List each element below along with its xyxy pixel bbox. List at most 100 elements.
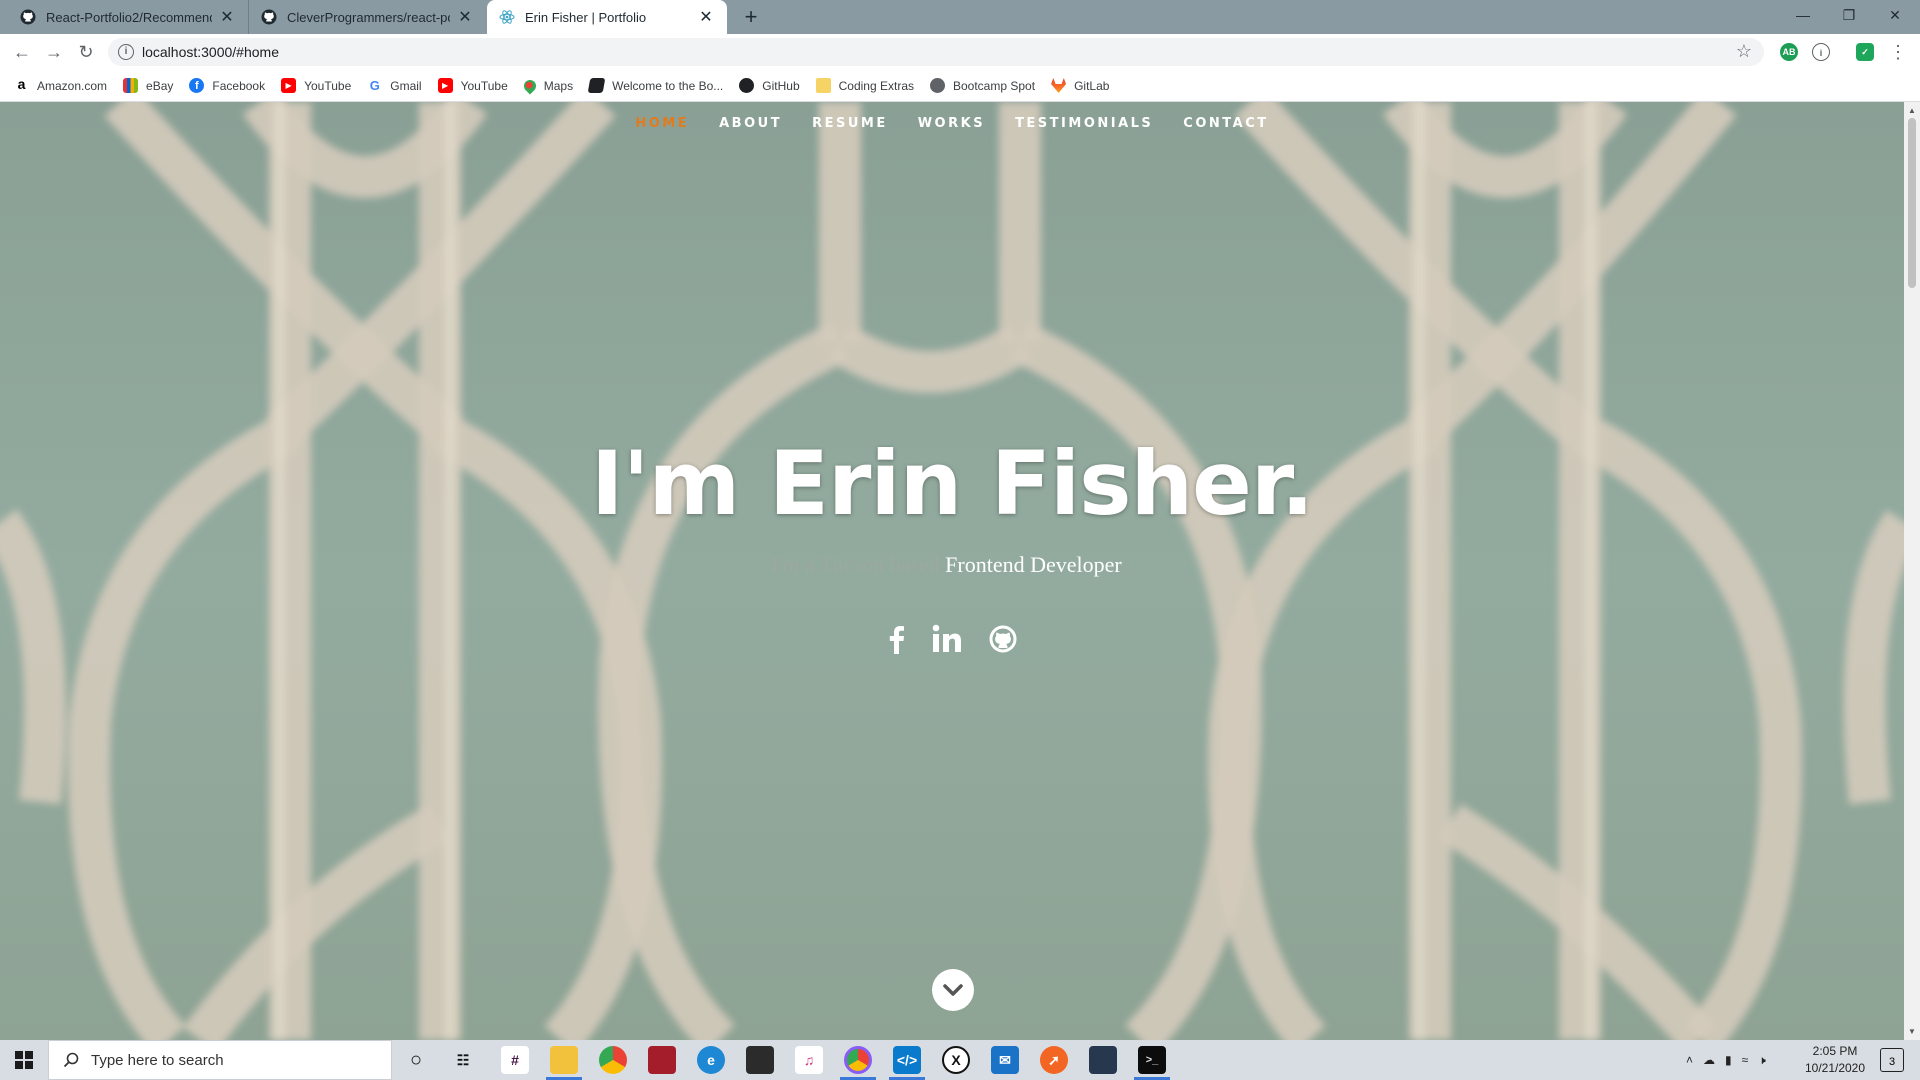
facebook-icon[interactable] — [886, 624, 906, 659]
bookmark-youtube[interactable]: ▶ YouTube — [281, 78, 351, 93]
bookmark-label: GitHub — [762, 78, 800, 93]
bookmark-label: Amazon.com — [37, 78, 108, 93]
extension-circle-icon[interactable]: i — [1812, 43, 1830, 61]
reload-icon[interactable]: ↻ — [74, 40, 98, 64]
edge-icon[interactable]: e — [697, 1046, 725, 1074]
mail-icon[interactable]: ✉ — [991, 1046, 1019, 1074]
close-tab-icon[interactable]: ✕ — [697, 7, 715, 27]
hero-headline: I'm Erin Fisher. — [590, 432, 1314, 535]
bookmark-facebook[interactable]: f Facebook — [189, 78, 265, 93]
tab-title: CleverProgrammers/react-portfo — [287, 9, 450, 25]
page-viewport: HOME ABOUT RESUME WORKS TESTIMONIALS CON… — [0, 102, 1920, 1040]
shield-check-icon[interactable]: ✓ — [1856, 43, 1874, 61]
close-window-icon[interactable]: ✕ — [1872, 0, 1918, 30]
youtube-icon: ▶ — [437, 78, 453, 93]
new-tab-button[interactable]: + — [738, 4, 764, 30]
bookmark-gmail[interactable]: G Gmail — [367, 78, 422, 93]
chrome-profile-icon[interactable] — [844, 1046, 872, 1074]
system-tray: ˄ ☁ ▮ ≈ 🕨 — [1686, 1040, 1766, 1080]
url-text[interactable]: localhost:3000/#home — [142, 44, 279, 60]
maps-icon — [521, 77, 539, 94]
site-nav: HOME ABOUT RESUME WORKS TESTIMONIALS CON… — [0, 116, 1904, 131]
browser-tab-2[interactable]: CleverProgrammers/react-portfo ✕ — [248, 0, 486, 34]
social-links — [0, 624, 1904, 659]
bookmark-label: Gmail — [390, 78, 422, 93]
hero-subtitle-end: . — [1127, 552, 1133, 577]
postman-icon[interactable]: ➚ — [1040, 1046, 1068, 1074]
windows-taskbar: Type here to search ○ ☷ # e ♫ </> X ✉ ➚ … — [0, 1040, 1920, 1080]
chevron-up-icon[interactable]: ˄ — [1686, 1053, 1693, 1067]
forward-icon[interactable]: → — [42, 40, 66, 64]
scroll-up-arrow-icon[interactable]: ▲ — [1908, 106, 1916, 115]
cloud-icon[interactable]: ☁ — [1703, 1053, 1715, 1067]
back-icon[interactable]: ← — [10, 40, 34, 64]
scroll-down-arrow-icon[interactable]: ▼ — [1908, 1027, 1916, 1036]
taskbar-clock[interactable]: 2:05 PM 10/21/2020 — [1800, 1043, 1870, 1077]
extension-ab-icon[interactable]: AB — [1780, 43, 1798, 61]
bookmark-amazon[interactable]: a Amazon.com — [14, 77, 108, 93]
scroll-down-button[interactable] — [932, 969, 974, 1011]
amazon-icon: a — [14, 77, 29, 93]
xbox-icon[interactable]: X — [942, 1046, 970, 1074]
volume-icon[interactable]: 🕨 — [1758, 1053, 1766, 1068]
wifi-icon[interactable]: ≈ — [1742, 1053, 1749, 1067]
chrome-icon[interactable] — [599, 1046, 627, 1074]
nav-testimonials[interactable]: TESTIMONIALS — [1013, 116, 1155, 131]
store-icon[interactable] — [746, 1046, 774, 1074]
bookmark-label: YouTube — [304, 78, 352, 93]
scrollbar-thumb[interactable] — [1908, 118, 1916, 288]
youtube-icon: ▶ — [281, 78, 297, 93]
bookmark-ebay[interactable]: eBay — [123, 78, 173, 93]
bookmark-youtube-2[interactable]: ▶ YouTube — [437, 78, 508, 93]
slack-icon[interactable]: # — [501, 1046, 529, 1074]
bookmark-maps[interactable]: Maps — [521, 77, 573, 94]
bookmark-gitlab[interactable]: GitLab — [1051, 78, 1109, 93]
notifications-icon[interactable]: 3 — [1880, 1048, 1904, 1072]
task-view-icon[interactable]: ☷ — [449, 1046, 477, 1074]
gitlab-icon — [1051, 78, 1067, 93]
battery-icon[interactable]: ▮ — [1725, 1053, 1732, 1067]
github-icon — [739, 78, 755, 93]
taskbar-search-box[interactable]: Type here to search — [48, 1040, 392, 1080]
info-icon[interactable]: i — [118, 44, 134, 60]
bookmark-coding-extras[interactable]: Coding Extras — [815, 78, 914, 93]
app-red-icon[interactable] — [648, 1046, 676, 1074]
browser-tab-1[interactable]: React-Portfolio2/Recommendatio ✕ — [8, 0, 248, 34]
book-icon — [587, 78, 606, 93]
github-icon — [261, 9, 277, 25]
nav-contact[interactable]: CONTACT — [1181, 116, 1270, 131]
restore-icon[interactable]: ❐ — [1826, 0, 1872, 30]
bookmark-label: eBay — [146, 78, 174, 93]
database-tool-icon[interactable] — [1089, 1046, 1117, 1074]
vscode-icon[interactable]: </> — [893, 1046, 921, 1074]
hero-subtitle-role: Frontend Developer — [945, 552, 1122, 577]
nav-about[interactable]: ABOUT — [717, 116, 784, 131]
folder-icon — [815, 78, 831, 93]
bookmark-github[interactable]: GitHub — [739, 78, 800, 93]
search-icon — [63, 1052, 79, 1068]
page-scrollbar[interactable]: ▲ ▼ — [1904, 102, 1920, 1040]
linkedin-icon[interactable] — [932, 624, 962, 659]
terminal-icon[interactable]: >_ — [1138, 1046, 1166, 1074]
close-tab-icon[interactable]: ✕ — [218, 7, 236, 27]
bookmark-label: Facebook — [212, 78, 266, 93]
github-icon[interactable] — [988, 624, 1018, 659]
bookmark-bootcamp-spot[interactable]: Bootcamp Spot — [930, 78, 1035, 93]
bookmark-star-icon[interactable]: ☆ — [1736, 41, 1752, 62]
nav-resume[interactable]: RESUME — [810, 116, 890, 131]
itunes-icon[interactable]: ♫ — [795, 1046, 823, 1074]
bookmark-label: GitLab — [1074, 78, 1110, 93]
cortana-icon[interactable]: ○ — [402, 1046, 430, 1074]
windows-logo-icon — [15, 1051, 33, 1069]
bookmark-welcome[interactable]: Welcome to the Bo... — [587, 78, 723, 93]
minimize-icon[interactable]: — — [1780, 0, 1826, 30]
nav-home[interactable]: HOME — [633, 116, 691, 131]
browser-menu-icon[interactable]: ⋮ — [1886, 40, 1910, 64]
windows-start-button[interactable] — [0, 1040, 48, 1080]
address-bar[interactable]: i localhost:3000/#home ☆ — [108, 38, 1764, 66]
close-tab-icon[interactable]: ✕ — [456, 7, 474, 27]
nav-works[interactable]: WORKS — [916, 116, 987, 131]
facebook-icon: f — [189, 78, 205, 93]
browser-tab-active[interactable]: Erin Fisher | Portfolio ✕ — [487, 0, 727, 34]
file-explorer-icon[interactable] — [550, 1046, 578, 1074]
